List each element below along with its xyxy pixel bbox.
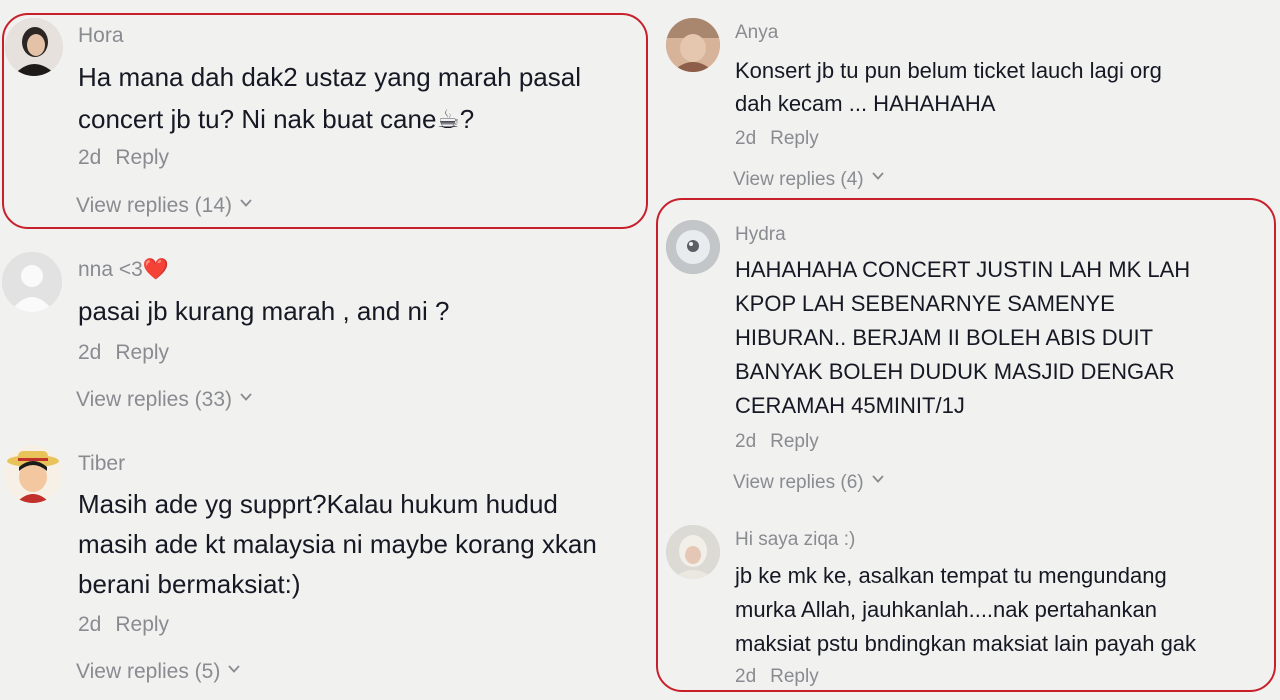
comment-text: pasai jb kurang marah , and ni ? xyxy=(78,296,450,326)
comment-text: jb ke mk ke, asalkan tempat tu mengundan… xyxy=(735,563,1197,656)
username[interactable]: Hi saya ziqa :) xyxy=(735,529,855,551)
view-replies-button[interactable]: View replies (33) xyxy=(76,388,252,412)
timestamp: 2d xyxy=(735,431,757,452)
timestamp: 2d xyxy=(735,128,757,149)
reply-button[interactable]: Reply xyxy=(770,431,819,452)
avatar[interactable] xyxy=(666,525,720,579)
comment-meta: 2d Reply xyxy=(78,341,169,365)
timestamp: 2d xyxy=(78,341,102,364)
chevron-down-icon xyxy=(228,665,241,673)
timestamp: 2d xyxy=(735,666,757,687)
comment-text: HAHAHAHA CONCERT JUSTIN LAH MK LAH KPOP … xyxy=(735,257,1191,418)
comment-ziqa: Hi saya ziqa :) jb ke mk ke, asalkan tem… xyxy=(660,515,1280,700)
avatar[interactable] xyxy=(666,220,720,274)
view-replies-button[interactable]: View replies (14) xyxy=(76,194,252,218)
view-replies-label: View replies (33) xyxy=(76,388,233,411)
username[interactable]: Tiber xyxy=(78,452,125,476)
reply-button[interactable]: Reply xyxy=(770,666,819,687)
timestamp: 2d xyxy=(78,613,102,636)
comment-meta: 2d Reply xyxy=(78,146,169,170)
comment-hydra: Hydra HAHAHAHA CONCERT JUSTIN LAH MK LAH… xyxy=(660,210,1280,510)
username[interactable]: Anya xyxy=(735,22,778,44)
avatar[interactable] xyxy=(666,18,720,72)
chevron-down-icon xyxy=(240,393,252,401)
straw-hat-avatar-icon xyxy=(4,445,62,503)
comment-nna: nna <3❤️ pasai jb kurang marah , and ni … xyxy=(0,240,650,430)
comment-text: Masih ade yg supprt?Kalau hukum hudud ma… xyxy=(78,489,597,599)
view-replies-label: View replies (5) xyxy=(76,660,221,683)
view-replies-label: View replies (4) xyxy=(733,169,864,190)
view-replies-label: View replies (6) xyxy=(733,472,864,493)
view-replies-button[interactable]: View replies (6) xyxy=(733,472,884,494)
avatar[interactable] xyxy=(5,18,63,76)
comment-text: Ha mana dah dak2 ustaz yang marah pasal … xyxy=(78,62,581,134)
username[interactable]: nna <3❤️ xyxy=(78,258,169,282)
user-photo-icon xyxy=(666,18,720,72)
timestamp: 2d xyxy=(78,146,102,169)
user-photo-icon xyxy=(5,18,63,76)
username[interactable]: Hora xyxy=(78,24,124,48)
comment-meta: 2d Reply xyxy=(735,666,819,688)
comment-meta: 2d Reply xyxy=(735,431,819,453)
reply-button[interactable]: Reply xyxy=(770,128,819,149)
reply-button[interactable]: Reply xyxy=(115,341,169,364)
comment-meta: 2d Reply xyxy=(735,128,819,150)
user-photo-icon xyxy=(666,525,720,579)
default-avatar-icon xyxy=(2,252,62,312)
view-replies-label: View replies (14) xyxy=(76,194,233,217)
heart-icon: ❤️ xyxy=(142,258,169,281)
avatar[interactable] xyxy=(2,252,62,312)
view-replies-button[interactable]: View replies (5) xyxy=(76,660,241,684)
chevron-down-icon xyxy=(871,172,884,180)
chevron-down-icon xyxy=(871,475,884,483)
user-photo-icon xyxy=(666,220,720,274)
comment-meta: 2d Reply xyxy=(78,613,169,637)
comment-text: Konsert jb tu pun belum ticket lauch lag… xyxy=(735,58,1162,116)
comment-hora: Hora Ha mana dah dak2 ustaz yang marah p… xyxy=(0,0,650,230)
username[interactable]: Hydra xyxy=(735,224,786,246)
chevron-down-icon xyxy=(240,199,252,207)
comment-anya: Anya Konsert jb tu pun belum ticket lauc… xyxy=(660,0,1280,200)
reply-button[interactable]: Reply xyxy=(115,613,169,636)
username-text: nna <3 xyxy=(78,258,143,281)
reply-button[interactable]: Reply xyxy=(115,146,169,169)
comment-tiber: Tiber Masih ade yg supprt?Kalau hukum hu… xyxy=(0,440,650,700)
avatar[interactable] xyxy=(4,445,62,503)
view-replies-button[interactable]: View replies (4) xyxy=(733,169,884,191)
